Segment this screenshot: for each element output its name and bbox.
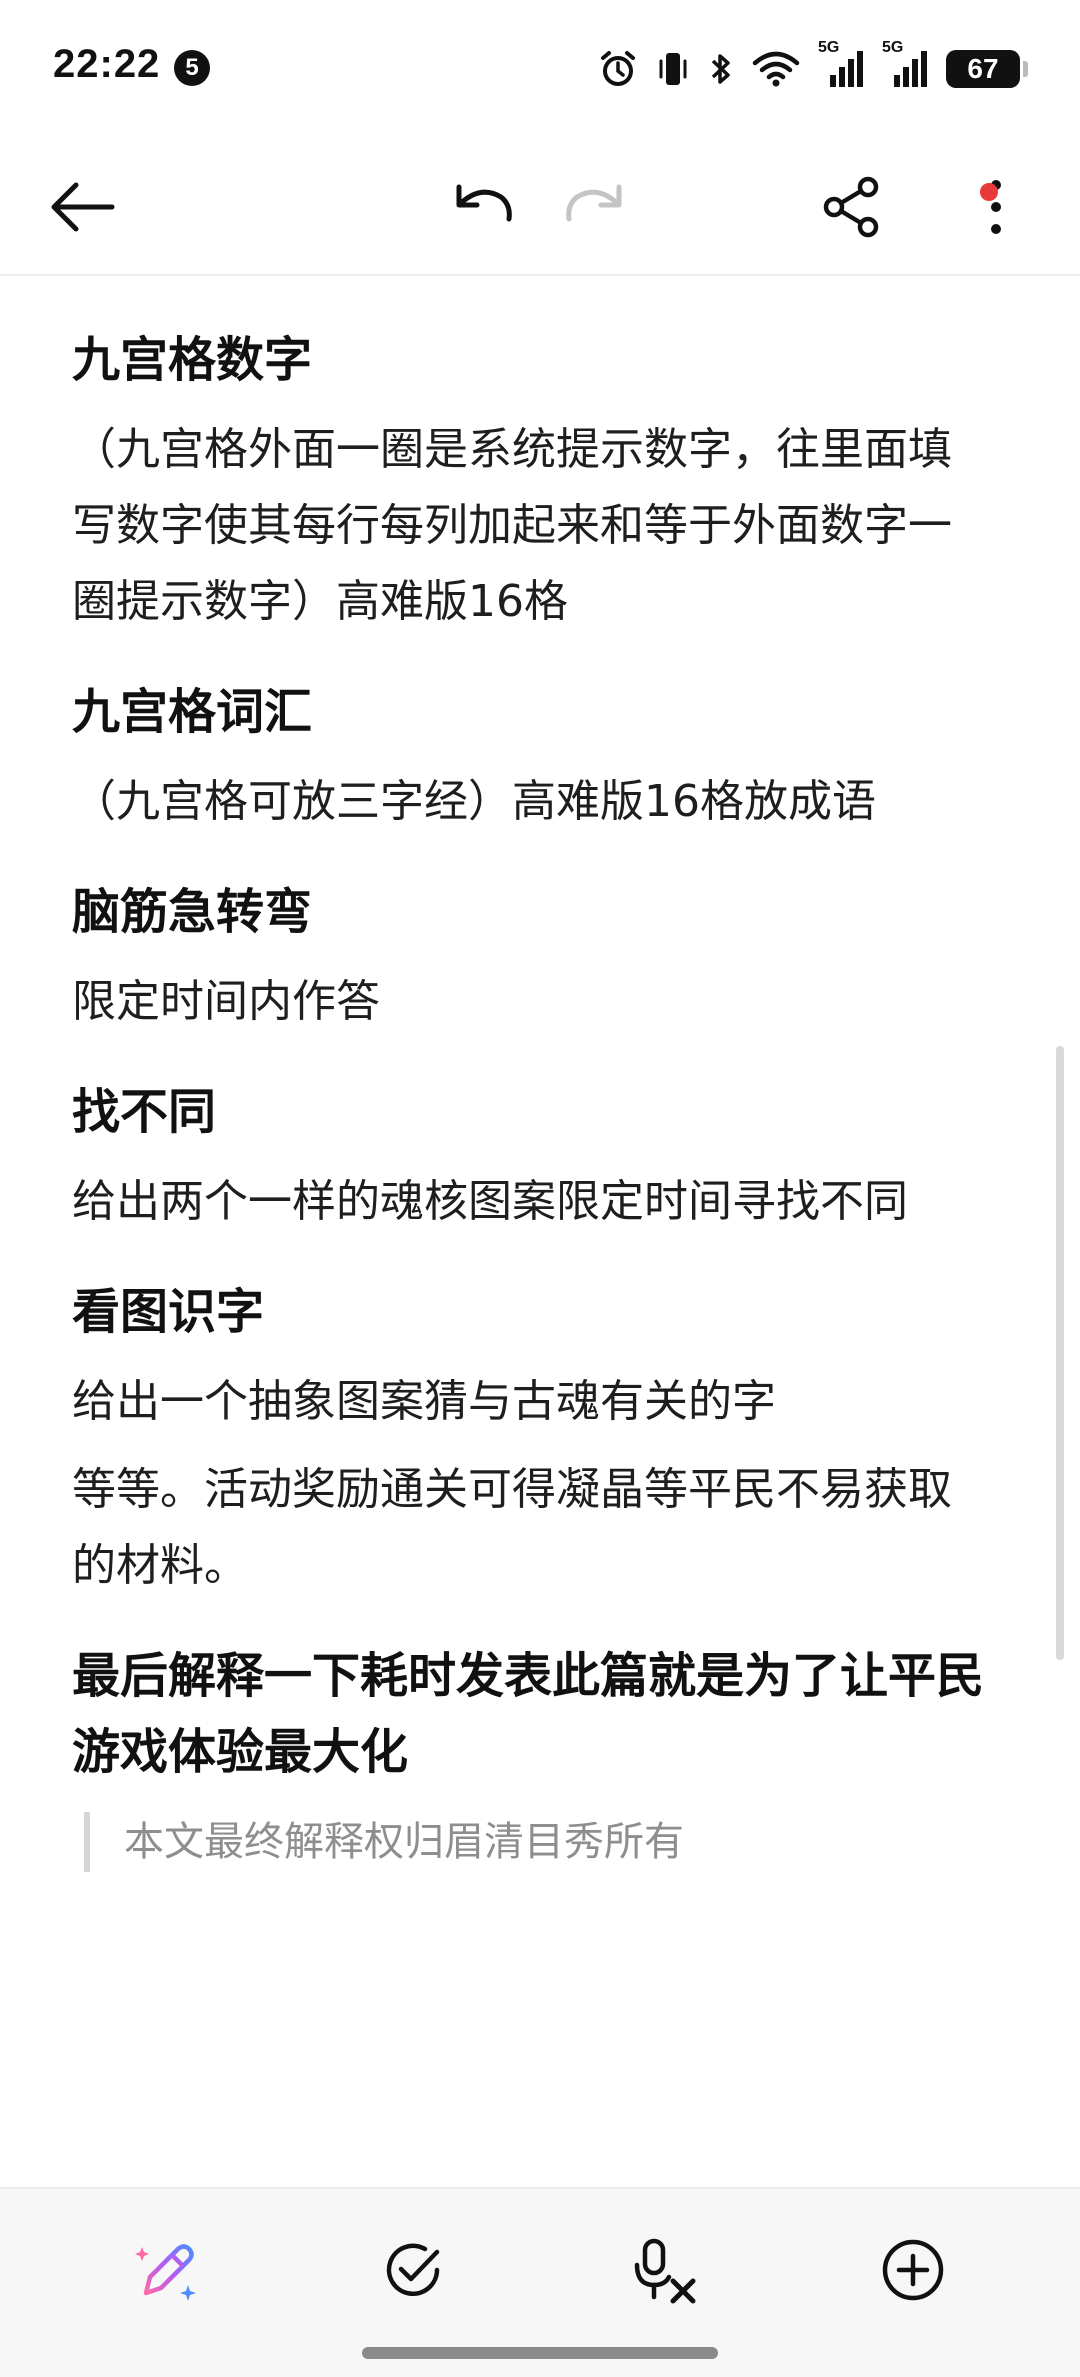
share-icon [823, 176, 879, 238]
quote-block: 本文最终解释权归眉清目秀所有 [84, 1812, 992, 1872]
add-circle-icon [882, 2239, 944, 2301]
status-bar: 22:22 5 5G 5G 67 [0, 0, 1080, 140]
section-4: 找不同 给出两个一样的魂核图案限定时间寻找不同 [72, 1074, 992, 1240]
alarm-icon [601, 51, 635, 86]
status-time: 22:22 [53, 42, 161, 86]
section-heading: 最后解释一下耗时发表此篇就是为了让平民游戏体验最大化 [72, 1648, 985, 1780]
section-paragraph: 给出两个一样的魂核图案限定时间寻找不同 [72, 1176, 908, 1227]
ai-writing-button[interactable] [122, 2225, 212, 2315]
section-paragraph: （九宫格外面一圈是系统提示数字，往里面填写数字使其每行每列加起来和等于外面数字一… [72, 424, 952, 627]
section-2: 九宫格词汇 （九宫格可放三字经）高难版16格放成语 [72, 674, 992, 840]
checklist-button[interactable] [368, 2225, 458, 2315]
status-icons: 5G 5G 67 [598, 39, 1028, 94]
share-button[interactable] [810, 165, 894, 249]
check-circle-icon [386, 2243, 440, 2297]
section-paragraph: 等等。活动奖励通关可得凝晶等平民不易获取的材料。 [72, 1464, 952, 1591]
undo-icon [456, 184, 512, 222]
note-body[interactable]: 九宫格数字 （九宫格外面一圈是系统提示数字，往里面填写数字使其每行每列加起来和等… [72, 280, 992, 1872]
section-6: 最后解释一下耗时发表此篇就是为了让平民游戏体验最大化 [72, 1638, 992, 1790]
section-paragraph: 限定时间内作答 [72, 976, 380, 1027]
section-paragraph: （九宫格可放三字经）高难版16格放成语 [72, 776, 876, 827]
arrow-left-icon [51, 182, 115, 232]
scrollbar-thumb[interactable] [1056, 1046, 1064, 1660]
wifi-icon [752, 51, 800, 87]
bottom-toolbar [0, 2187, 1080, 2377]
vibrate-icon [659, 53, 687, 85]
editor-toolbar [0, 140, 1080, 276]
cell-signal-1: 5G [818, 39, 864, 89]
add-button[interactable] [868, 2225, 958, 2315]
notification-badge: 5 [174, 50, 210, 86]
voice-to-text-button[interactable] [620, 2225, 710, 2315]
section-1: 九宫格数字 （九宫格外面一圈是系统提示数字，往里面填写数字使其每行每列加起来和等… [72, 322, 992, 640]
section-heading: 脑筋急转弯 [72, 884, 313, 940]
undo-button[interactable] [442, 165, 526, 249]
section-heading: 九宫格词汇 [72, 684, 313, 740]
section-heading: 九宫格数字 [72, 332, 313, 388]
section-heading: 找不同 [72, 1084, 217, 1140]
update-dot [980, 183, 998, 201]
section-5: 看图识字 给出一个抽象图案猜与古魂有关的字 等等。活动奖励通关可得凝晶等平民不易… [72, 1274, 992, 1604]
more-options-button[interactable] [954, 165, 1038, 249]
back-button[interactable] [40, 165, 124, 249]
redo-button[interactable] [552, 165, 636, 249]
voice-to-text-icon [634, 2238, 696, 2304]
section-heading: 看图识字 [72, 1284, 265, 1340]
signal-bars-icon [894, 51, 927, 87]
redo-icon [566, 184, 622, 222]
section-3: 脑筋急转弯 限定时间内作答 [72, 874, 992, 1040]
signal-bars-icon [830, 51, 863, 87]
bluetooth-icon [711, 54, 730, 84]
battery-indicator: 67 [946, 50, 1028, 88]
ai-pen-icon [135, 2244, 196, 2301]
note-editor-screen: 22:22 5 5G 5G 67 九宫格数字 （九宫格外面一圈是系统提示数字，往… [0, 0, 1080, 2377]
home-indicator[interactable] [362, 2347, 718, 2359]
section-paragraph: 给出一个抽象图案猜与古魂有关的字 [72, 1376, 776, 1427]
cell-signal-2: 5G [882, 39, 928, 89]
